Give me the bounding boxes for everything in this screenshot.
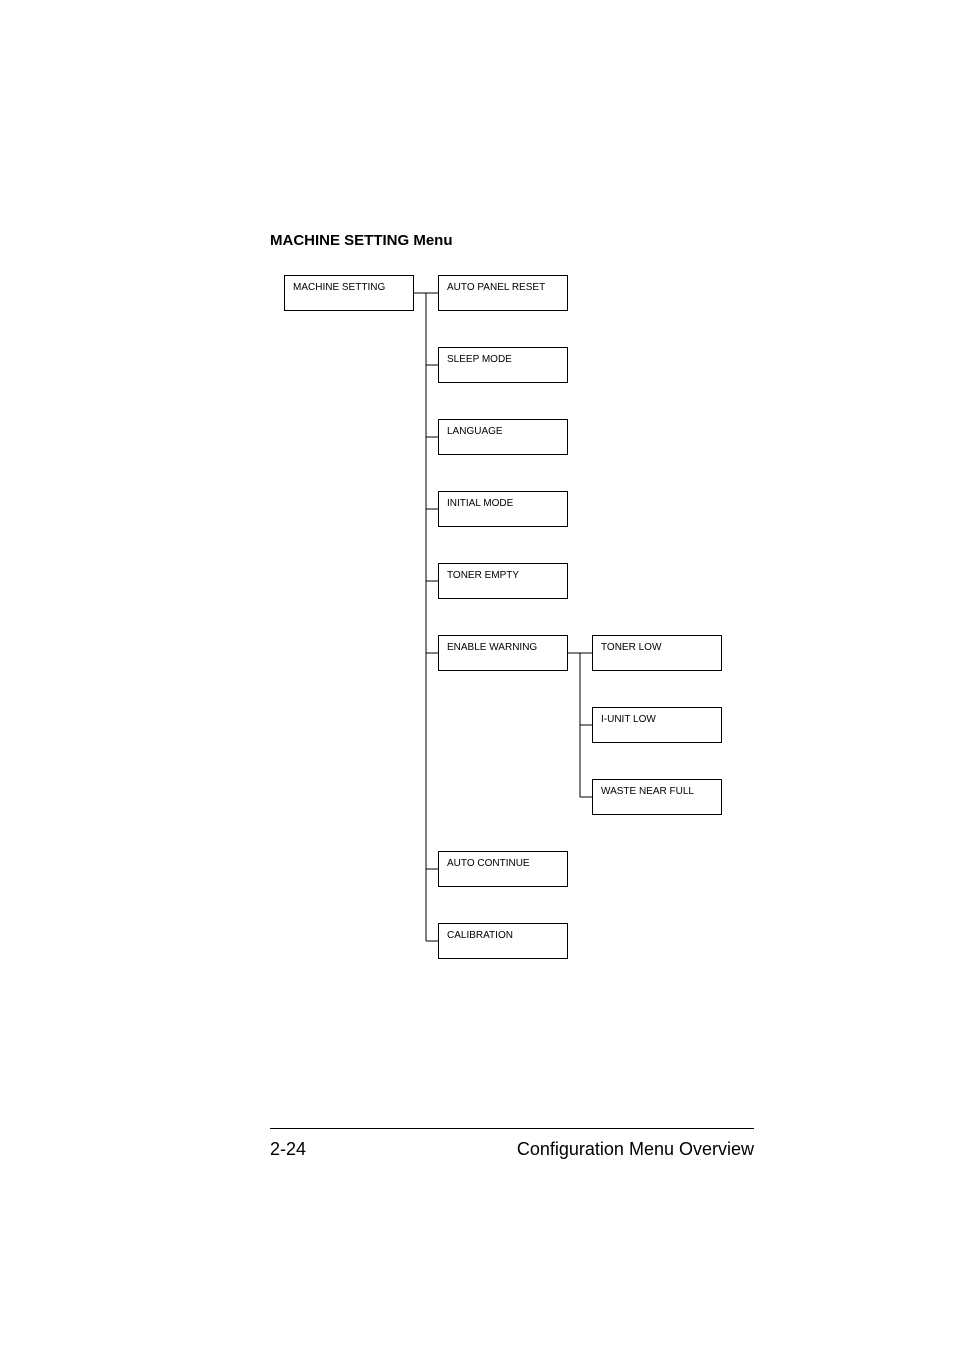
- section-heading: MACHINE SETTING Menu: [270, 232, 774, 249]
- menu-tree-diagram: MACHINE SETTING AUTO PANEL RESET SLEEP M…: [270, 267, 774, 967]
- footer-divider: [270, 1128, 754, 1129]
- tree-node-root: MACHINE SETTING: [284, 275, 414, 311]
- tree-node-level3-0: TONER LOW: [592, 635, 722, 671]
- tree-node-level2-0: AUTO PANEL RESET: [438, 275, 568, 311]
- footer-title: Configuration Menu Overview: [517, 1139, 754, 1160]
- tree-node-level2-4: TONER EMPTY: [438, 563, 568, 599]
- tree-node-level2-1: SLEEP MODE: [438, 347, 568, 383]
- tree-node-level2-6: AUTO CONTINUE: [438, 851, 568, 887]
- tree-node-level3-2: WASTE NEAR FULL: [592, 779, 722, 815]
- tree-node-level2-3: INITIAL MODE: [438, 491, 568, 527]
- tree-node-level2-2: LANGUAGE: [438, 419, 568, 455]
- page-footer: 2-24 Configuration Menu Overview: [270, 1128, 754, 1160]
- tree-node-level3-1: I-UNIT LOW: [592, 707, 722, 743]
- tree-node-level2-5: ENABLE WARNING: [438, 635, 568, 671]
- page-number: 2-24: [270, 1139, 306, 1160]
- tree-node-level2-7: CALIBRATION: [438, 923, 568, 959]
